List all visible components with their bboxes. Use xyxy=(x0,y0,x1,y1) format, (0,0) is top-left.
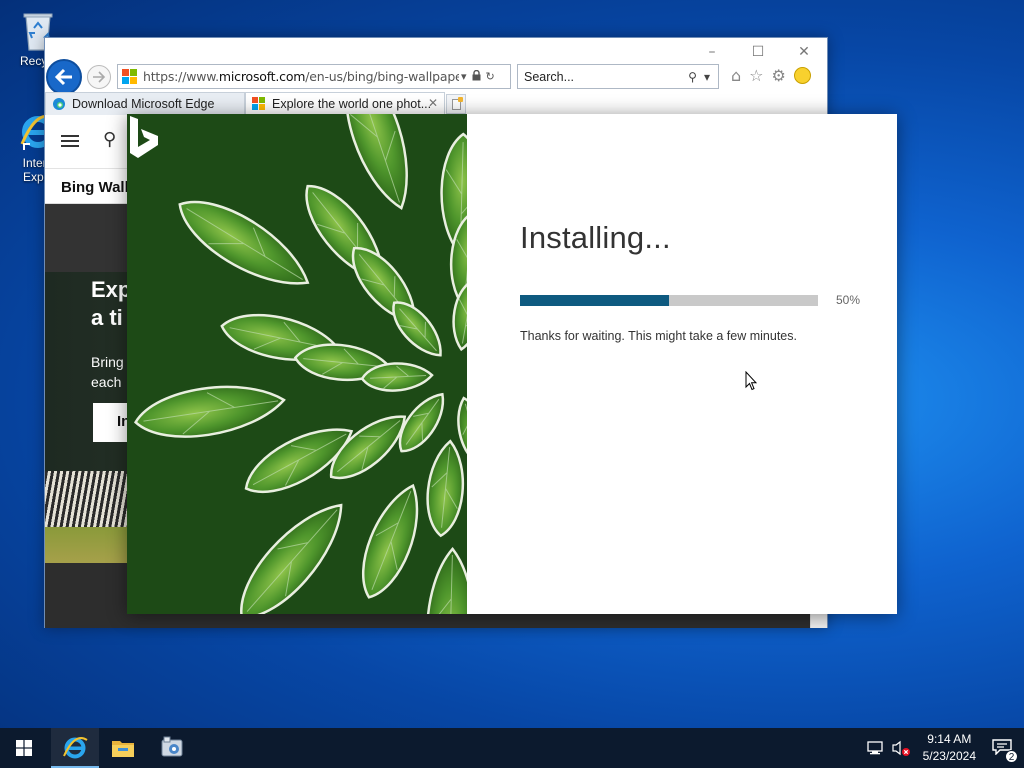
folder-icon xyxy=(112,741,134,757)
progress-percent: 50% xyxy=(836,293,861,307)
search-box[interactable]: Search... ⚲ ▾ xyxy=(517,64,719,89)
hamburger-menu-icon[interactable] xyxy=(61,135,79,147)
installer-title: Installing... xyxy=(520,220,671,255)
forward-arrow-icon xyxy=(93,71,106,83)
navigation-bar: https://www.microsoft.com/en-us/bing/bin… xyxy=(45,59,827,95)
address-tools: ▾ ↻ xyxy=(461,69,495,84)
edge-icon xyxy=(53,98,65,110)
progress-fill xyxy=(520,295,669,306)
url-domain: microsoft.com xyxy=(218,69,306,84)
tab-strip: Download Microsoft Edge Explore the worl… xyxy=(45,92,827,115)
taskbar-file-explorer[interactable] xyxy=(99,728,147,768)
url-prefix: https://www. xyxy=(143,69,219,84)
search-dropdown-icon[interactable]: ▾ xyxy=(704,70,710,84)
dropdown-arrow-icon[interactable]: ▾ xyxy=(461,70,467,83)
favorites-star-icon[interactable]: ☆ xyxy=(749,66,763,85)
internet-explorer-icon xyxy=(63,737,88,759)
taskbar: 9:14 AM 5/23/2024 2 xyxy=(0,728,1024,768)
back-button[interactable] xyxy=(46,59,82,95)
hero-title-line: a ti xyxy=(91,305,123,330)
clock[interactable]: 9:14 AM 5/23/2024 xyxy=(923,731,976,765)
clock-date: 5/23/2024 xyxy=(922,749,976,763)
forward-button[interactable] xyxy=(87,65,111,89)
installer-dialog: Installing... 50% Thanks for waiting. Th… xyxy=(127,114,897,614)
tab-label: Download Microsoft Edge xyxy=(72,97,215,111)
section-title[interactable]: Bing Wall xyxy=(61,179,129,196)
search-placeholder: Search... xyxy=(524,69,575,84)
hero-title-line: Exp xyxy=(91,277,132,302)
tab-bing-wallpaper[interactable]: Explore the world one phot... ✕ xyxy=(245,92,445,115)
browser-toolbar: ⌂ ☆ ⚙ xyxy=(731,66,811,85)
taskbar-setup-app[interactable] xyxy=(148,728,196,768)
mouse-pointer-icon xyxy=(745,371,757,391)
settings-gear-icon[interactable]: ⚙ xyxy=(772,66,786,85)
lock-icon[interactable] xyxy=(472,69,481,84)
install-progress-bar xyxy=(520,295,818,306)
site-search-icon[interactable]: ⚲ xyxy=(103,129,116,150)
installer-content: Installing... 50% Thanks for waiting. Th… xyxy=(467,114,897,614)
feedback-smiley-icon[interactable] xyxy=(793,67,811,84)
address-url[interactable]: https://www.microsoft.com/en-us/bing/bin… xyxy=(143,69,459,84)
microsoft-logo-icon xyxy=(252,97,266,111)
search-icon[interactable]: ⚲ xyxy=(688,70,697,84)
home-icon[interactable]: ⌂ xyxy=(731,66,741,85)
tab-label: Explore the world one phot... xyxy=(272,97,432,111)
bing-logo-icon xyxy=(130,116,158,158)
microsoft-logo-icon xyxy=(122,69,137,84)
action-center-button[interactable]: 2 xyxy=(992,739,1018,763)
clock-time: 9:14 AM xyxy=(927,732,972,746)
url-path: /en-us/bing/bing-wallpaper-m xyxy=(305,69,459,84)
windows-logo-icon xyxy=(16,740,32,756)
new-tab-button[interactable] xyxy=(446,94,466,114)
network-icon[interactable] xyxy=(866,740,885,756)
tab-download-edge[interactable]: Download Microsoft Edge xyxy=(45,92,245,115)
hero-text-line: Bring xyxy=(91,354,124,370)
volume-muted-icon[interactable] xyxy=(891,740,911,756)
taskbar-internet-explorer[interactable] xyxy=(51,728,99,768)
hero-title: Exp a ti xyxy=(91,276,131,332)
refresh-icon[interactable]: ↻ xyxy=(486,70,495,83)
tab-close-icon[interactable]: ✕ xyxy=(428,96,438,110)
notification-count-badge: 2 xyxy=(1005,750,1018,763)
address-bar[interactable]: https://www.microsoft.com/en-us/bing/bin… xyxy=(117,64,511,89)
setup-app-icon xyxy=(161,736,183,757)
hero-text: Bring each xyxy=(91,352,124,392)
back-arrow-icon xyxy=(54,68,72,86)
installer-message: Thanks for waiting. This might take a fe… xyxy=(520,329,797,343)
start-button[interactable] xyxy=(0,728,48,768)
system-tray: 9:14 AM 5/23/2024 2 xyxy=(866,728,1024,768)
hero-text-line: each xyxy=(91,374,122,390)
agave-plant-image xyxy=(127,114,467,614)
